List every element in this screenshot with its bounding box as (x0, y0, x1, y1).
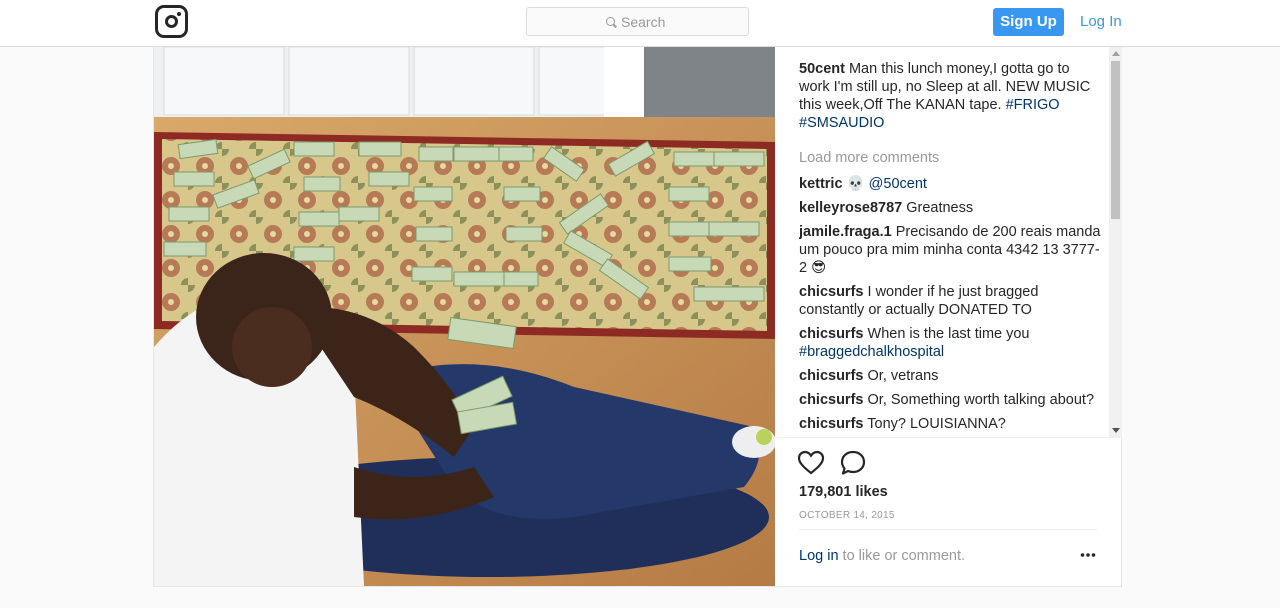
comment-username[interactable]: jamile.fraga.1 (799, 224, 892, 240)
comment-item: chicsurfs I wonder if he just bragged co… (799, 283, 1104, 319)
heart-icon[interactable] (797, 449, 825, 477)
comment-username[interactable]: chicsurfs (799, 284, 863, 300)
comment-bubble-icon[interactable] (839, 449, 867, 477)
likes-count[interactable]: 179,801 likes (799, 484, 888, 500)
comment-username[interactable]: chicsurfs (799, 416, 863, 432)
search-input[interactable]: Search (526, 7, 749, 36)
comment-text: Or, Something worth talking about? (863, 392, 1095, 408)
scrollbar-thumb[interactable] (1111, 61, 1120, 219)
log-in-link[interactable]: Log In (1080, 13, 1122, 30)
logo-lens (165, 15, 178, 28)
comments-list: 50cent Man this lunch money,I gotta go t… (799, 60, 1104, 437)
comment-text: 💀 (842, 176, 869, 192)
post-sidebar: 50cent Man this lunch money,I gotta go t… (775, 47, 1122, 586)
divider (799, 529, 1097, 530)
photo-illustration (154, 47, 775, 586)
comment-username[interactable]: chicsurfs (799, 392, 863, 408)
comment-hashtag[interactable]: #braggedchalkhospital (799, 344, 944, 360)
comment-item: chicsurfs Tony? LOUISIANNA? (799, 415, 1104, 433)
log-in-to-like-link[interactable]: Log in (799, 548, 839, 564)
comment-username[interactable]: chicsurfs (799, 368, 863, 384)
top-navigation-bar: Search Sign Up Log In (0, 0, 1280, 47)
search-placeholder: Search (621, 14, 666, 30)
post-card: 50cent Man this lunch money,I gotta go t… (153, 47, 1122, 587)
search-icon (606, 17, 615, 26)
comment-item: chicsurfs When is the last time you #bra… (799, 325, 1104, 361)
comment-username[interactable]: kettric (799, 176, 843, 192)
caption-hashtag[interactable]: #SMSAUDIO (799, 115, 884, 131)
scroll-down-arrow-icon[interactable] (1112, 428, 1120, 433)
post-date[interactable]: OCTOBER 14, 2015 (799, 510, 895, 521)
caption-username[interactable]: 50cent (799, 61, 845, 77)
comment-item: kelleyrose8787 Greatness (799, 199, 1104, 217)
post-actions: 179,801 likes OCTOBER 14, 2015 Log in to… (775, 437, 1122, 564)
post-photo[interactable] (154, 47, 775, 586)
comment-text: Tony? LOUISIANNA? (863, 416, 1006, 432)
caption-hashtag[interactable]: #FRIGO (1006, 97, 1060, 113)
login-prompt: Log in to like or comment. (799, 548, 965, 564)
instagram-camera-icon[interactable] (155, 5, 188, 38)
comment-text: When is the last time you (863, 326, 1030, 342)
load-more-comments-link[interactable]: Load more comments (799, 149, 1104, 167)
sign-up-button[interactable]: Sign Up (993, 8, 1064, 36)
comment-item: jamile.fraga.1 Precisando de 200 reais m… (799, 223, 1104, 277)
login-prompt-text: to like or comment. (838, 548, 966, 564)
comment-item: kettric 💀 @50cent (799, 175, 1104, 193)
comment-text: Or, vetrans (863, 368, 939, 384)
more-options-icon[interactable] (1080, 552, 1096, 558)
comment-text: Greatness (902, 200, 974, 216)
logo-dot (177, 12, 181, 16)
comments-scrollbar[interactable] (1109, 47, 1122, 437)
scroll-up-arrow-icon[interactable] (1112, 51, 1120, 56)
comment-username[interactable]: chicsurfs (799, 326, 863, 342)
comment-mention[interactable]: @50cent (869, 176, 927, 192)
comment-item: chicsurfs Or, vetrans (799, 367, 1104, 385)
comment-item: chicsurfs Or, Something worth talking ab… (799, 391, 1104, 409)
comment-username[interactable]: kelleyrose8787 (799, 200, 902, 216)
post-caption: 50cent Man this lunch money,I gotta go t… (799, 60, 1104, 132)
